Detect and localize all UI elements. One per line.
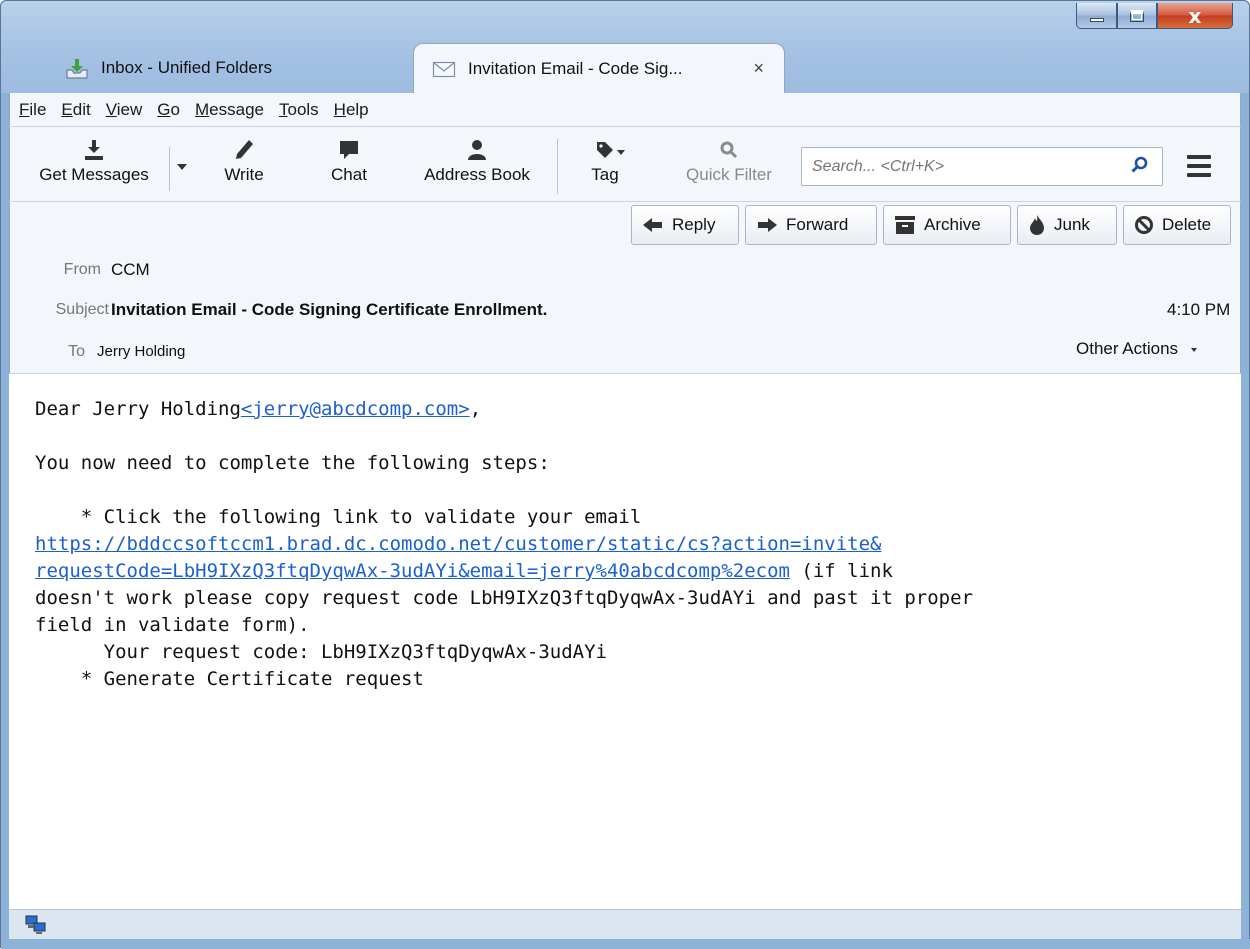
junk-button[interactable]: Junk [1017,205,1117,245]
menu-go[interactable]: Go [157,100,180,120]
menu-message[interactable]: Message [195,100,264,120]
toolbar-separator [169,147,170,191]
menu-help[interactable]: Help [334,100,369,120]
junk-flame-icon [1030,215,1044,235]
menu-file[interactable]: File [19,100,46,120]
chat-button[interactable]: Chat [319,135,379,197]
write-button[interactable]: Write [214,135,274,197]
get-messages-button[interactable]: Get Messages [27,135,161,197]
reply-arrow-icon [643,218,662,232]
validation-link-part1[interactable]: https://bddccsoftccm1.brad.dc.comodo.net… [35,533,881,555]
chat-bubble-icon [337,135,361,165]
close-tab-icon[interactable]: × [753,58,764,79]
subject-label: Subject [55,301,109,318]
other-actions-label: Other Actions [1076,339,1179,358]
reply-button[interactable]: Reply [631,205,739,245]
search-box [801,147,1163,186]
to-value[interactable]: Jerry Holding [97,343,185,360]
link-note: (if link [789,560,893,582]
message-body: Dear Jerry Holding<jerry@abcdcomp.com>, … [9,373,1241,909]
archive-button[interactable]: Archive [883,205,1011,245]
toolbar-separator [557,139,558,194]
archive-label: Archive [924,215,981,234]
toolbar: Get Messages Write Chat Address Book Tag… [9,126,1241,202]
minimize-button[interactable] [1076,3,1117,29]
magnifier-icon [718,135,740,165]
delete-prohibit-icon [1135,216,1153,234]
app-menu-icon[interactable] [1187,155,1211,177]
junk-label: Junk [1054,215,1090,234]
pencil-icon [233,135,255,165]
address-book-label: Address Book [424,165,530,184]
tag-icon [593,135,629,165]
tab-label: Inbox - Unified Folders [101,58,273,77]
forward-button[interactable]: Forward [745,205,877,245]
chevron-down-icon [1190,348,1197,352]
request-code: Your request code: LbH9IXzQ3ftqDyqwAx-3u… [35,641,607,663]
step-validate: * Click the following link to validate y… [35,506,642,528]
tab-invitation-email[interactable]: Invitation Email - Code Sig... × [413,43,785,93]
download-icon [81,135,107,165]
message-time: 4:10 PM [1167,300,1231,319]
other-actions-menu[interactable]: Other Actions [1076,339,1199,359]
close-icon: x [1188,3,1202,28]
close-window-button[interactable]: x [1157,3,1233,29]
step-generate: * Generate Certificate request [35,668,424,690]
greeting-end: , [469,398,482,420]
maximize-icon [1130,9,1144,22]
copy-instruction-end: field in validate form). [35,614,310,636]
tag-label: Tag [591,165,619,184]
inbox-download-icon [65,58,89,79]
menu-bar: File Edit View Go Message Tools Help [9,93,1241,126]
mail-window: x Inbox - Unified Folders Invitation Ema… [0,0,1250,949]
search-icon[interactable] [1130,155,1150,179]
minimize-icon [1089,17,1104,22]
delete-label: Delete [1162,215,1212,234]
person-icon [465,135,489,165]
copy-instruction: doesn't work please copy request code Lb… [35,587,973,609]
quick-filter-button[interactable]: Quick Filter [669,135,789,197]
validation-link-part2[interactable]: requestCode=LbH9IXzQ3ftqDyqwAx-3udAYi&em… [35,560,790,582]
address-book-button[interactable]: Address Book [409,135,545,197]
online-status-icon[interactable] [25,915,47,939]
subject-value: Invitation Email - Code Signing Certific… [111,300,548,319]
greeting: Dear Jerry Holding [35,398,241,420]
get-messages-label: Get Messages [39,165,149,184]
menu-tools[interactable]: Tools [279,100,319,120]
to-label: To [68,343,85,360]
quick-filter-label: Quick Filter [686,165,772,184]
archive-box-icon [895,216,915,234]
maximize-button[interactable] [1117,3,1157,29]
reply-label: Reply [672,215,716,234]
from-label: From [63,261,101,278]
steps-intro: You now need to complete the following s… [35,452,550,474]
delete-button[interactable]: Delete [1123,205,1231,245]
menu-view[interactable]: View [106,100,143,120]
envelope-icon [432,59,456,79]
status-bar [9,909,1241,939]
from-value[interactable]: CCM [111,260,150,280]
tab-inbox[interactable]: Inbox - Unified Folders [49,43,409,93]
tag-button[interactable]: Tag [581,135,641,197]
tab-label: Invitation Email - Code Sig... [468,58,683,78]
forward-label: Forward [786,215,849,234]
forward-arrow-icon [758,218,777,232]
chat-label: Chat [331,165,367,184]
get-messages-dropdown-icon[interactable] [175,157,189,176]
menu-edit[interactable]: Edit [61,100,90,120]
email-link[interactable]: <jerry@abcdcomp.com> [241,398,470,420]
write-label: Write [224,165,264,184]
search-input[interactable] [812,157,1112,176]
